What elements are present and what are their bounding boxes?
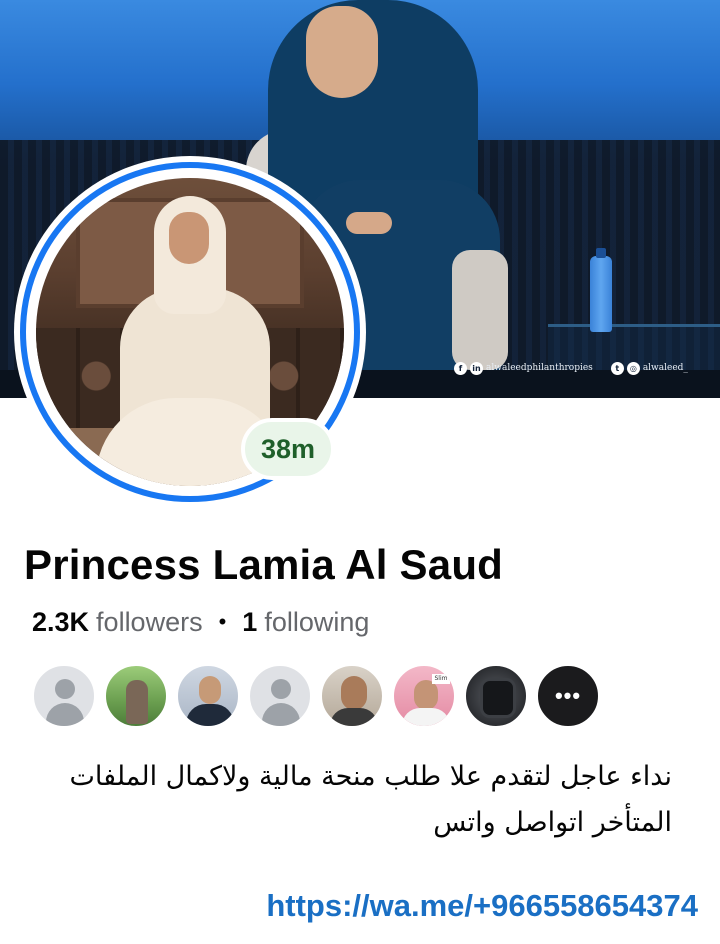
linkedin-icon: in bbox=[470, 361, 483, 375]
following-label[interactable]: following bbox=[264, 607, 369, 638]
more-friends-button[interactable]: ••• bbox=[536, 664, 600, 728]
friend-face bbox=[199, 676, 221, 704]
friend-figure bbox=[126, 680, 148, 724]
friend-avatar[interactable] bbox=[464, 664, 528, 728]
activity-badge: 38m bbox=[241, 418, 335, 480]
bio-line-1: نداء عاجل لتقدم علا طلب منحة مالية ولاكم… bbox=[69, 761, 672, 792]
instagram-icon: ◎ bbox=[626, 361, 640, 375]
facebook-icon: f bbox=[454, 361, 467, 375]
cover-social-handles: f in alwaleedphilanthropies t ◎ alwaleed… bbox=[454, 360, 706, 376]
friend-avatar[interactable] bbox=[248, 664, 312, 728]
friend-avatar[interactable] bbox=[176, 664, 240, 728]
default-user-shoulders bbox=[262, 703, 300, 726]
friend-suit bbox=[186, 704, 234, 726]
cover-speaker-face bbox=[306, 6, 378, 98]
following-count[interactable]: 1 bbox=[242, 607, 257, 638]
friend-shirt bbox=[330, 708, 378, 726]
followers-count[interactable]: 2.3K bbox=[32, 607, 89, 638]
cover-chair-side bbox=[452, 250, 508, 370]
cover-speaker-hand bbox=[346, 212, 392, 234]
follow-stats: 2.3K followers • 1 following bbox=[32, 604, 369, 640]
friend-avatar[interactable] bbox=[32, 664, 96, 728]
stats-separator: • bbox=[218, 609, 227, 634]
friend-shirt bbox=[402, 708, 450, 726]
default-user-icon bbox=[271, 679, 291, 699]
social-handle: alwaleed_ bbox=[642, 363, 688, 373]
followers-label[interactable]: followers bbox=[96, 607, 203, 638]
friend-avatar[interactable] bbox=[104, 664, 168, 728]
social-handle: alwaleedphilanthropies bbox=[486, 363, 593, 373]
mutual-friends-row: Slim ••• bbox=[32, 664, 608, 730]
friend-face bbox=[414, 680, 438, 710]
whatsapp-link[interactable]: https://wa.me/+966558654374 bbox=[212, 886, 698, 926]
friend-tag: Slim bbox=[432, 674, 450, 684]
water-bottle bbox=[590, 248, 612, 332]
default-user-shoulders bbox=[46, 703, 84, 726]
avatar-face bbox=[169, 212, 209, 264]
twitter-icon: t bbox=[610, 361, 624, 375]
chair-image bbox=[480, 678, 516, 718]
profile-name: Princess Lamia Al Saud bbox=[24, 541, 504, 588]
default-user-icon bbox=[55, 679, 75, 699]
bio-line-2: المتأخر اتواصل واتس bbox=[433, 807, 672, 838]
friend-avatar[interactable] bbox=[320, 664, 384, 728]
friend-face bbox=[341, 676, 367, 710]
profile-bio: نداء عاجل لتقدم علا طلب منحة مالية ولاكم… bbox=[24, 754, 672, 846]
friend-avatar[interactable]: Slim bbox=[392, 664, 456, 728]
